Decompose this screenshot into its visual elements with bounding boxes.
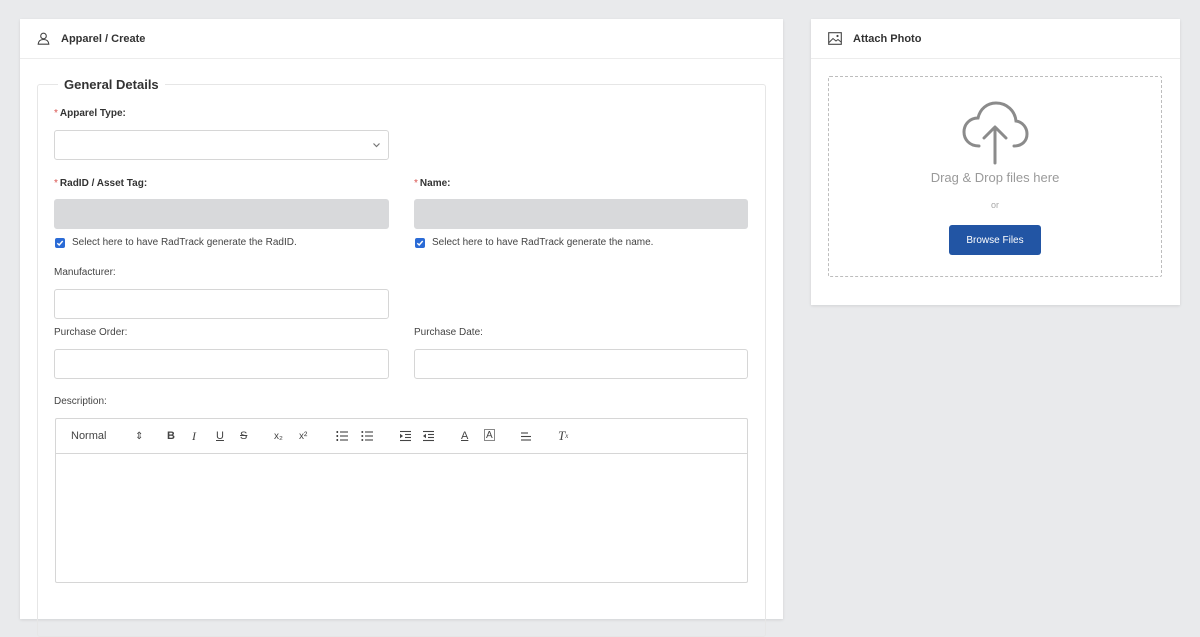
ordered-list-button[interactable] — [336, 429, 349, 443]
manufacturer-input[interactable] — [54, 289, 389, 319]
attach-photo-title: Attach Photo — [853, 32, 922, 45]
background-color-button[interactable]: A — [484, 429, 495, 441]
page-title: Apparel / Create — [61, 32, 146, 45]
or-separator: or — [990, 200, 999, 210]
format-select-value: Normal — [71, 430, 107, 442]
radid-generate-checkbox[interactable] — [55, 237, 65, 248]
name-label-text: Name: — [419, 178, 451, 189]
chevron-down-icon — [373, 143, 380, 148]
cloud-upload-icon — [962, 101, 1029, 165]
required-marker: * — [54, 108, 58, 119]
ordered-list-icon — [336, 431, 348, 441]
apparel-type-label: * Apparel Type: — [54, 108, 126, 119]
subscript-button[interactable]: x₂ — [274, 429, 283, 443]
radid-input[interactable] — [54, 199, 389, 229]
bullet-list-button[interactable] — [361, 429, 374, 443]
strike-button[interactable]: S — [240, 429, 247, 443]
required-marker: * — [54, 178, 58, 189]
required-marker: * — [414, 178, 418, 189]
user-icon — [37, 32, 50, 45]
check-icon — [56, 240, 64, 246]
italic-button[interactable]: I — [192, 429, 196, 443]
radid-label: * RadID / Asset Tag: — [54, 178, 147, 189]
bold-button[interactable]: B — [167, 429, 175, 443]
browse-files-button[interactable]: Browse Files — [949, 225, 1041, 255]
photo-dropzone[interactable]: Drag & Drop files here or Browse Files — [828, 76, 1162, 277]
format-select[interactable]: Normal — [71, 429, 106, 443]
purchase-order-label: Purchase Order: — [54, 327, 128, 338]
radid-label-text: RadID / Asset Tag: — [59, 178, 148, 189]
name-generate-label: Select here to have RadTrack generate th… — [432, 237, 654, 248]
name-input[interactable] — [414, 199, 748, 229]
bullet-list-icon — [361, 431, 373, 441]
clean-format-button[interactable]: Tx — [558, 428, 569, 443]
indent-icon — [400, 430, 411, 442]
align-icon — [521, 432, 531, 441]
description-editor: Normal ⇕ B I U S x₂ x² A A T x — [55, 418, 748, 583]
editor-toolbar: Normal ⇕ B I U S x₂ x² A A T x — [56, 419, 747, 454]
apparel-type-select[interactable] — [54, 130, 389, 160]
outdent-icon — [423, 430, 434, 442]
align-button[interactable] — [520, 429, 532, 443]
attach-photo-card: Attach Photo Drag & Drop files here or B… — [811, 19, 1180, 305]
image-icon — [828, 32, 842, 45]
general-details-legend: General Details — [64, 77, 159, 92]
apparel-type-label-text: Apparel Type: — [59, 108, 126, 119]
radid-generate-label: Select here to have RadTrack generate th… — [72, 237, 297, 248]
superscript-button[interactable]: x² — [299, 429, 307, 443]
radid-generate-option[interactable]: Select here to have RadTrack generate th… — [55, 237, 297, 248]
clean-format-x-mark: x — [565, 432, 569, 440]
check-icon — [416, 240, 424, 246]
drop-instructions: Drag & Drop files here — [930, 170, 1060, 185]
manufacturer-label: Manufacturer: — [54, 267, 116, 278]
underline-button[interactable]: U — [216, 429, 224, 443]
indent-button[interactable] — [399, 429, 412, 443]
format-select-arrows[interactable]: ⇕ — [135, 429, 143, 443]
text-color-button[interactable]: A — [461, 429, 468, 443]
name-generate-option[interactable]: Select here to have RadTrack generate th… — [415, 237, 653, 248]
purchase-order-input[interactable] — [54, 349, 389, 379]
card-header: Apparel / Create — [20, 19, 783, 59]
purchase-date-label: Purchase Date: — [414, 327, 483, 338]
outdent-button[interactable] — [422, 429, 435, 443]
name-label: * Name: — [414, 178, 450, 189]
editor-content-area[interactable] — [56, 454, 747, 582]
purchase-date-input[interactable] — [414, 349, 748, 379]
attach-photo-header: Attach Photo — [811, 19, 1180, 59]
name-generate-checkbox[interactable] — [415, 237, 425, 248]
description-label: Description: — [54, 396, 107, 407]
